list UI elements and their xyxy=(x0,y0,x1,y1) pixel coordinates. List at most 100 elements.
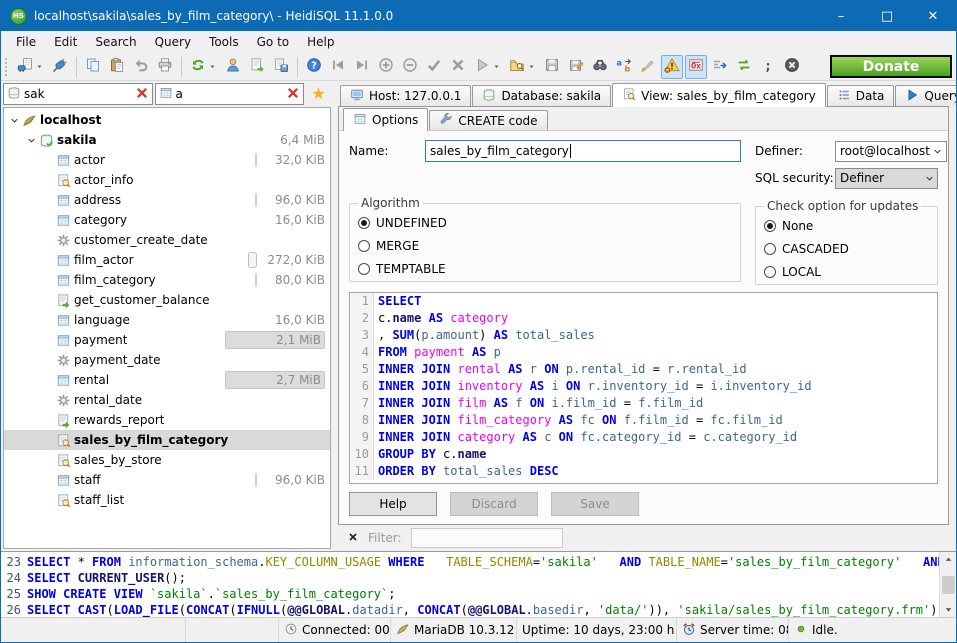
dropdown-caret-icon[interactable] xyxy=(527,62,536,71)
clear-database-filter-icon[interactable] xyxy=(135,86,149,103)
dropdown-caret-icon[interactable] xyxy=(492,62,501,71)
table-filter-input[interactable]: a xyxy=(155,83,305,105)
save-sql-button[interactable] xyxy=(541,55,563,79)
menu-item-go-to[interactable]: Go to xyxy=(248,32,299,52)
help-button[interactable]: Help xyxy=(349,492,437,516)
copy-button[interactable] xyxy=(82,55,104,79)
user-manager-button[interactable] xyxy=(222,55,244,79)
clear-table-filter-icon[interactable] xyxy=(286,86,300,103)
main-tab-view-sales-by-film-category[interactable]: View: sales_by_film_category xyxy=(612,83,826,107)
replace-text-button[interactable]: ab xyxy=(613,55,635,79)
tree-item-rental_date[interactable]: rental_date xyxy=(4,390,330,410)
stop-on-errors-button[interactable] xyxy=(661,55,683,79)
definer-select[interactable]: root@localhost xyxy=(835,141,947,162)
algorithm-radio-merge[interactable]: MERGE xyxy=(358,234,732,257)
help-button[interactable]: ? xyxy=(303,55,325,79)
menu-item-query[interactable]: Query xyxy=(146,32,200,52)
tree-item-address[interactable]: address96,0 KiB xyxy=(4,190,330,210)
tree-item-film_actor[interactable]: film_actor272,0 KiB xyxy=(4,250,330,270)
main-tab-data[interactable]: Data xyxy=(827,85,895,106)
reformat-sql-button[interactable] xyxy=(637,55,659,79)
log-line: 24SELECT CURRENT_USER(); xyxy=(1,570,956,586)
close-button[interactable]: ✕ xyxy=(910,1,956,31)
print-button[interactable] xyxy=(154,55,176,79)
single-queries-button[interactable]: ; xyxy=(757,55,779,79)
tree-item-actor_info[interactable]: actor_info xyxy=(4,170,330,190)
line-number: 9 xyxy=(350,429,374,446)
view-sql-editor[interactable]: 1SELECT2c.name AS category3, SUM(p.amoun… xyxy=(349,292,938,484)
session-manager-button[interactable] xyxy=(14,55,47,79)
tree-item-customer_create_date[interactable]: customer_create_date xyxy=(4,230,330,250)
scroll-down-icon[interactable] xyxy=(940,602,956,617)
dropdown-caret-icon[interactable] xyxy=(35,62,44,71)
chevron-expanded-icon[interactable] xyxy=(7,115,21,126)
close-filter-icon[interactable] xyxy=(347,531,359,546)
minimize-button[interactable]: – xyxy=(818,1,864,31)
check-option-radio-none[interactable]: None xyxy=(764,214,929,237)
undo-button[interactable] xyxy=(130,55,152,79)
paste-button[interactable] xyxy=(106,55,128,79)
menu-item-help[interactable]: Help xyxy=(298,32,343,52)
tree-item-sakila[interactable]: sakila6,4 MiB xyxy=(4,130,330,150)
data-filter-input[interactable] xyxy=(411,528,563,548)
main-tab-database-sakila[interactable]: Database: sakila xyxy=(472,85,611,106)
maximize-button[interactable]: □ xyxy=(864,1,910,31)
scroll-up-icon[interactable] xyxy=(940,552,956,567)
tree-item-localhost[interactable]: localhost xyxy=(4,110,330,130)
donate-button[interactable]: Donate xyxy=(830,55,952,78)
tree-item-payment_date[interactable]: payment_date xyxy=(4,350,330,370)
tree-item-staff_list[interactable]: staff_list xyxy=(4,490,330,510)
main-tab-host-127-0-0-1[interactable]: Host: 127.0.0.1 xyxy=(340,85,471,106)
execute-sql-button[interactable] xyxy=(471,55,504,79)
favorites-filter-button[interactable]: ★ xyxy=(306,83,331,105)
tree-item-actor[interactable]: actor32,0 KiB xyxy=(4,150,330,170)
bind-params-button[interactable] xyxy=(733,55,755,79)
check-option-radio-local[interactable]: LOCAL xyxy=(764,260,929,283)
menu-item-file[interactable]: File xyxy=(7,32,45,52)
export-tables-button[interactable] xyxy=(246,55,268,79)
menu-item-tools[interactable]: Tools xyxy=(200,32,248,52)
delete-row-button[interactable] xyxy=(399,55,421,79)
post-changes-button[interactable] xyxy=(423,55,445,79)
tree-item-staff[interactable]: staff96,0 KiB xyxy=(4,470,330,490)
insert-row-button[interactable] xyxy=(375,55,397,79)
blob-as-hex-button[interactable]: 0x xyxy=(685,55,707,79)
save-sql-as-button[interactable] xyxy=(565,55,587,79)
tree-item-film_category[interactable]: film_category80,0 KiB xyxy=(4,270,330,290)
cancel-query-button[interactable] xyxy=(781,55,803,79)
sql-log-panel[interactable]: 23SELECT * FROM information_schema.KEY_C… xyxy=(1,551,956,617)
cancel-editing-button[interactable] xyxy=(447,55,469,79)
scroll-thumb[interactable] xyxy=(942,576,955,594)
sql-security-select[interactable]: Definer xyxy=(835,168,938,189)
menu-item-edit[interactable]: Edit xyxy=(45,32,86,52)
name-input[interactable]: sales_by_film_category xyxy=(425,140,741,162)
check-option-radio-cascaded[interactable]: CASCADED xyxy=(764,237,929,260)
tree-item-payment[interactable]: payment2,1 MiB xyxy=(4,330,330,350)
next-result-button[interactable] xyxy=(709,55,731,79)
find-text-button[interactable] xyxy=(589,55,611,79)
algorithm-radio-temptable[interactable]: TEMPTABLE xyxy=(358,257,732,280)
log-scrollbar[interactable] xyxy=(939,552,956,617)
toolbar-grip[interactable] xyxy=(5,58,9,76)
tree-item-get_customer_balance[interactable]: get_customer_balance xyxy=(4,290,330,310)
tree-item-category[interactable]: category16,0 KiB xyxy=(4,210,330,230)
main-tab-query[interactable]: Query xyxy=(895,85,957,106)
tree-item-sales_by_store[interactable]: sales_by_store xyxy=(4,450,330,470)
save-snippet-button[interactable] xyxy=(270,55,292,79)
dropdown-caret-icon[interactable] xyxy=(208,62,217,71)
chevron-expanded-icon[interactable] xyxy=(24,135,38,146)
tree-item-language[interactable]: language16,0 KiB xyxy=(4,310,330,330)
menu-item-search[interactable]: Search xyxy=(86,32,145,52)
disconnect-button[interactable] xyxy=(49,55,71,79)
nav-first-button[interactable] xyxy=(327,55,349,79)
refresh-button[interactable] xyxy=(187,55,220,79)
algorithm-radio-undefined[interactable]: UNDEFINED xyxy=(358,211,732,234)
sub-tab-options[interactable]: Options xyxy=(343,108,428,131)
sub-tab-create-code[interactable]: CREATE code xyxy=(429,110,547,130)
nav-last-button[interactable] xyxy=(351,55,373,79)
tree-item-sales_by_film_category[interactable]: sales_by_film_category xyxy=(4,430,330,450)
tree-item-rewards_report[interactable]: rewards_report xyxy=(4,410,330,430)
database-filter-input[interactable]: sak xyxy=(3,83,153,105)
tree-item-rental[interactable]: rental2,7 MiB xyxy=(4,370,330,390)
load-sql-file-button[interactable] xyxy=(506,55,539,79)
